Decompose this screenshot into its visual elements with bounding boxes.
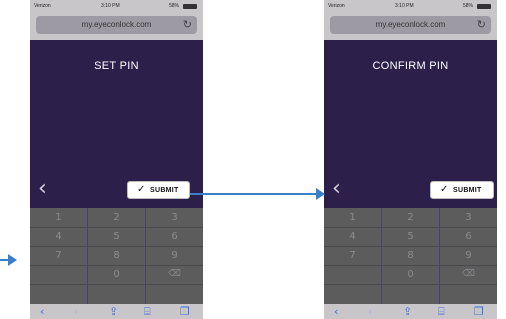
keypad-divider: [30, 284, 203, 285]
pin-content: CONFIRM PIN ‹ ✓ SUBMIT: [324, 40, 497, 208]
keypad-divider: [439, 208, 440, 304]
reload-icon[interactable]: ↻: [183, 18, 192, 31]
key-3[interactable]: 3: [440, 208, 497, 227]
tabs-icon[interactable]: ❐: [474, 304, 484, 319]
back-nav-icon[interactable]: ‹: [334, 304, 338, 319]
browser-toolbar: ‹ › ⇪ ⌸ ❐: [30, 304, 203, 319]
browser-toolbar: ‹ › ⇪ ⌸ ❐: [324, 304, 497, 319]
key-6[interactable]: 6: [440, 227, 497, 246]
forward-nav-icon[interactable]: ›: [368, 304, 372, 319]
key-1[interactable]: 1: [324, 208, 381, 227]
arrow-right-icon: [316, 188, 325, 200]
key-7[interactable]: 7: [324, 246, 381, 265]
battery-label: 58%: [168, 3, 179, 9]
reload-icon[interactable]: ↻: [477, 18, 486, 31]
key-3[interactable]: 3: [146, 208, 203, 227]
forward-nav-icon[interactable]: ›: [74, 304, 78, 319]
bookmarks-icon[interactable]: ⌸: [144, 304, 151, 319]
key-4[interactable]: 4: [30, 227, 87, 246]
bookmarks-icon[interactable]: ⌸: [438, 304, 445, 319]
battery-icon: [183, 4, 197, 9]
keypad-divider: [324, 265, 497, 266]
keypad: 1 2 3 4 5 6 7 8 9 0 ⌫: [30, 208, 203, 304]
submit-button[interactable]: ✓ SUBMIT: [430, 181, 494, 199]
key-1[interactable]: 1: [30, 208, 87, 227]
carrier-label: Verizon: [328, 3, 345, 9]
battery-label: 58%: [462, 3, 473, 9]
phone-screen-confirm-pin: Verizon 3:10 PM 58% my.eyeconlock.com ↻ …: [324, 0, 497, 319]
check-icon: ✓: [440, 184, 449, 195]
status-bar: Verizon 3:10 PM 58%: [30, 0, 203, 13]
phone-screen-set-pin: Verizon 3:10 PM 58% my.eyeconlock.com ↻ …: [30, 0, 203, 319]
keypad-divider: [324, 246, 497, 247]
keypad-divider: [324, 284, 497, 285]
submit-button[interactable]: ✓ SUBMIT: [127, 181, 190, 199]
page-title: SET PIN: [94, 60, 139, 72]
browser-bar: my.eyeconlock.com ↻: [30, 13, 203, 40]
keypad: 1 2 3 4 5 6 7 8 9 0 ⌫: [324, 208, 497, 304]
keypad-divider: [30, 246, 203, 247]
share-icon[interactable]: ⇪: [109, 304, 118, 319]
url-text: my.eyeconlock.com: [81, 20, 152, 29]
keypad-divider: [145, 208, 146, 304]
key-4[interactable]: 4: [324, 227, 381, 246]
key-2[interactable]: 2: [88, 208, 145, 227]
key-6[interactable]: 6: [146, 227, 203, 246]
address-bar[interactable]: my.eyeconlock.com ↻: [36, 16, 197, 34]
key-0[interactable]: 0: [88, 265, 145, 284]
chevron-left-icon[interactable]: ‹: [38, 178, 47, 200]
key-0[interactable]: 0: [382, 265, 439, 284]
key-blank: [30, 265, 87, 284]
backspace-icon[interactable]: ⌫: [440, 265, 497, 284]
url-text: my.eyeconlock.com: [375, 20, 446, 29]
browser-bar: my.eyeconlock.com ↻: [324, 13, 497, 40]
tabs-icon[interactable]: ❐: [180, 304, 190, 319]
keypad-divider: [324, 227, 497, 228]
key-blank: [324, 265, 381, 284]
chevron-left-icon[interactable]: ‹: [332, 178, 341, 200]
address-bar[interactable]: my.eyeconlock.com ↻: [330, 16, 491, 34]
pin-content: SET PIN ‹ ✓ SUBMIT: [30, 40, 203, 208]
submit-label: SUBMIT: [150, 187, 179, 194]
key-7[interactable]: 7: [30, 246, 87, 265]
key-9[interactable]: 9: [146, 246, 203, 265]
keypad-divider: [381, 208, 382, 304]
key-8[interactable]: 8: [88, 246, 145, 265]
time-label: 3:10 PM: [101, 3, 120, 9]
submit-label: SUBMIT: [453, 187, 482, 194]
status-bar: Verizon 3:10 PM 58%: [324, 0, 497, 13]
check-icon: ✓: [137, 184, 146, 195]
key-9[interactable]: 9: [440, 246, 497, 265]
keypad-divider: [87, 208, 88, 304]
keypad-divider: [30, 227, 203, 228]
time-label: 3:10 PM: [395, 3, 414, 9]
page-title: CONFIRM PIN: [372, 60, 449, 72]
battery-icon: [477, 4, 491, 9]
key-5[interactable]: 5: [88, 227, 145, 246]
arrow-right-icon: [8, 254, 17, 266]
backspace-icon[interactable]: ⌫: [146, 265, 203, 284]
key-5[interactable]: 5: [382, 227, 439, 246]
carrier-label: Verizon: [34, 3, 51, 9]
back-nav-icon[interactable]: ‹: [40, 304, 44, 319]
flow-arrow-middle-line: [190, 193, 317, 195]
key-8[interactable]: 8: [382, 246, 439, 265]
share-icon[interactable]: ⇪: [403, 304, 412, 319]
keypad-divider: [30, 265, 203, 266]
key-2[interactable]: 2: [382, 208, 439, 227]
